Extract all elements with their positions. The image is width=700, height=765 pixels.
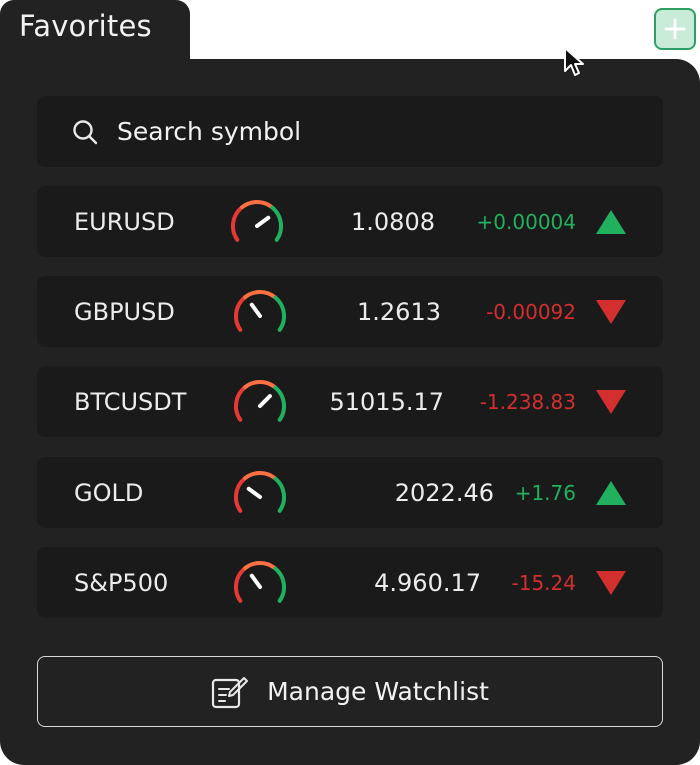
symbol-price: 2022.46 [394,478,494,507]
symbol-name: GBPUSD [74,297,175,326]
symbol-name: GOLD [74,478,144,507]
arrow-down-icon [596,571,626,595]
mouse-cursor-icon [564,47,584,76]
watchlist-row[interactable]: GBPUSD 1.2613 -0.00092 [37,276,663,347]
sentiment-gauge-icon [233,471,287,513]
add-watchlist-button[interactable] [654,8,696,50]
symbol-price: 51015.17 [329,387,444,416]
symbol-change: -0.00092 [486,299,576,324]
manage-watchlist-label: Manage Watchlist [267,677,489,706]
edit-list-icon [211,676,249,708]
symbol-change: +0.00004 [476,209,576,234]
watchlist-row[interactable]: BTCUSDT 51015.17 -1.238.83 [37,366,663,437]
plus-icon [664,18,686,40]
watchlist-row[interactable]: S&P500 4.960.17 -15.24 [37,547,663,618]
sentiment-gauge-icon [233,290,287,332]
symbol-name: EURUSD [74,207,175,236]
sentiment-gauge-icon [233,561,287,603]
watchlist-row[interactable]: EURUSD 1.0808 +0.00004 [37,186,663,257]
arrow-down-icon [596,390,626,414]
tab-favorites[interactable]: Favorites [0,0,190,64]
symbol-price: 4.960.17 [374,568,481,597]
arrow-up-icon [596,481,626,505]
search-input[interactable] [115,116,599,147]
search-box[interactable] [37,96,663,167]
symbol-name: BTCUSDT [74,387,187,416]
arrow-down-icon [596,300,626,324]
symbol-change: -1.238.83 [479,389,576,414]
symbol-price: 1.2613 [357,297,441,326]
manage-watchlist-button[interactable]: Manage Watchlist [37,656,663,727]
symbol-change: +1.76 [514,480,576,505]
watchlist-row[interactable]: GOLD 2022.46 +1.76 [37,457,663,528]
search-icon [73,119,98,144]
sentiment-gauge-icon [230,200,284,242]
symbol-name: S&P500 [74,568,169,597]
symbol-change: -15.24 [511,570,576,595]
symbol-price: 1.0808 [351,207,435,236]
sentiment-gauge-icon [233,380,287,422]
tab-favorites-label: Favorites [19,9,152,43]
arrow-up-icon [596,210,626,234]
